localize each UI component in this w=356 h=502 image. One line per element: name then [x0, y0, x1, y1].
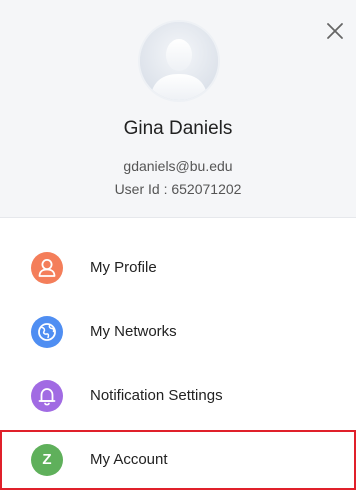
default-user-avatar-icon	[140, 22, 218, 100]
person-icon	[31, 252, 63, 284]
account-initial: Z	[42, 451, 52, 468]
avatar	[140, 22, 218, 100]
profile-header: Gina Daniels gdaniels@bu.edu User Id : 6…	[0, 0, 356, 218]
user-name: Gina Daniels	[123, 118, 233, 139]
menu-item-label: My Profile	[90, 259, 157, 276]
close-button[interactable]	[324, 20, 346, 42]
menu-item-my-networks[interactable]: My Networks	[0, 300, 356, 364]
user-id: User Id : 652071202	[114, 181, 242, 197]
menu-item-notification-settings[interactable]: Notification Settings	[0, 364, 356, 428]
menu-item-label: My Account	[90, 451, 168, 468]
account-menu: My Profile My Networks Notification Sett…	[0, 236, 356, 490]
globe-icon	[31, 316, 63, 348]
letter-z-icon: Z	[31, 444, 63, 476]
menu-item-label: My Networks	[90, 323, 177, 340]
user-email: gdaniels@bu.edu	[123, 158, 233, 174]
menu-item-my-profile[interactable]: My Profile	[0, 236, 356, 300]
menu-item-label: Notification Settings	[90, 387, 223, 404]
bell-icon	[31, 380, 63, 412]
close-icon	[327, 23, 343, 39]
menu-item-my-account[interactable]: Z My Account	[0, 430, 356, 490]
